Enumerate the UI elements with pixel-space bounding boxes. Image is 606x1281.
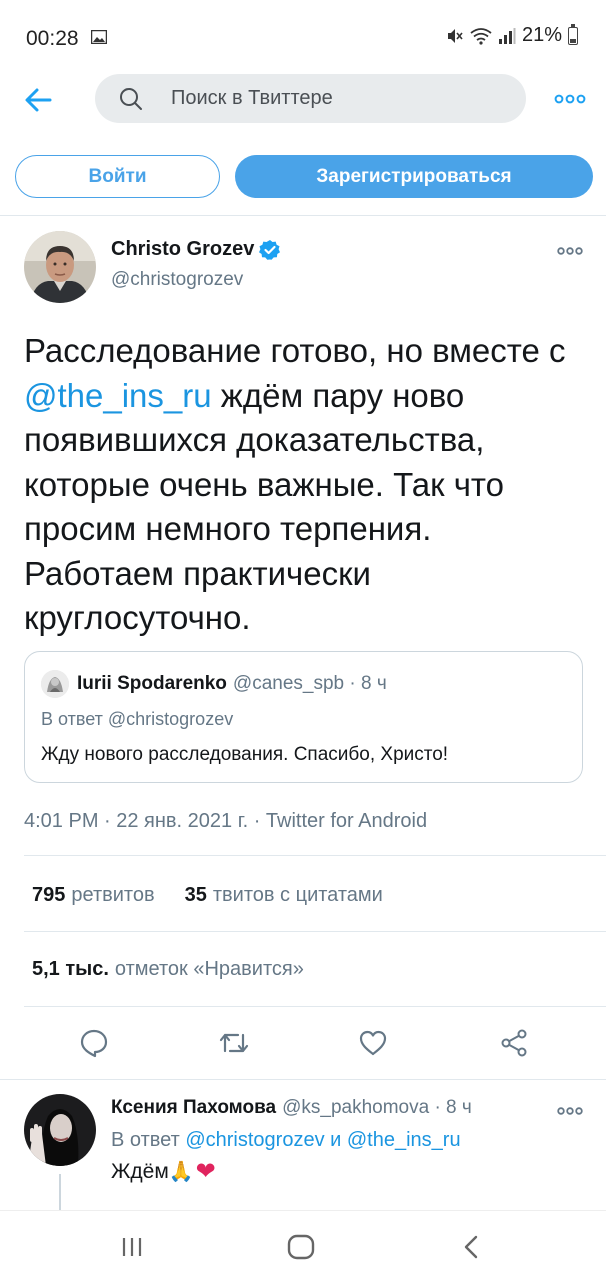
- tweet-more-icon[interactable]: [557, 244, 583, 258]
- status-bar: 00:28 21%: [0, 0, 606, 76]
- search-icon: [120, 88, 142, 110]
- retweets-stat[interactable]: 795 ретвитов: [32, 884, 155, 907]
- divider: [24, 931, 606, 932]
- reply-more-icon[interactable]: [557, 1104, 583, 1118]
- battery-icon: [568, 23, 578, 45]
- status-icons: 21%: [446, 23, 578, 47]
- tweet-mention-link[interactable]: @the_ins_ru: [24, 377, 212, 414]
- like-heart-icon[interactable]: [358, 1029, 388, 1057]
- reply-to-line: В ответ @christogrozev и @the_ins_ru: [111, 1129, 461, 1151]
- search-placeholder: Поиск в Твиттере: [171, 87, 333, 109]
- divider: [0, 215, 606, 216]
- home-icon[interactable]: [287, 1234, 315, 1260]
- likes-stat[interactable]: 5,1 тыс. отметок «Нравится»: [32, 958, 304, 981]
- tweet-text-part1: Расследование готово, но вместе с: [24, 332, 566, 369]
- wifi-icon: [470, 27, 492, 45]
- quoted-author-name: Iurii Spodarenko: [77, 673, 227, 694]
- reply-header: Ксения Пахомова @ks_pakhomova · 8 ч: [111, 1097, 472, 1119]
- more-options-icon[interactable]: [554, 89, 586, 109]
- divider: [24, 1006, 606, 1007]
- tweet-stats-row: 795 ретвитов 35 твитов с цитатами: [32, 884, 383, 907]
- reply-mention-christogrozev[interactable]: @christogrozev: [185, 1129, 324, 1151]
- reply-author-handle[interactable]: @ks_pakhomova · 8 ч: [282, 1097, 472, 1119]
- mute-icon: [447, 28, 463, 43]
- verified-badge-icon: [259, 239, 281, 260]
- author-handle[interactable]: @christogrozev: [111, 269, 243, 291]
- nav-back-icon[interactable]: [463, 1235, 479, 1259]
- quoted-author-handle: @canes_spb · 8 ч: [232, 673, 387, 694]
- reply-author-avatar[interactable]: [24, 1094, 96, 1166]
- reply-author-name[interactable]: Ксения Пахомова: [111, 1097, 276, 1119]
- login-button[interactable]: Войти: [15, 155, 220, 198]
- author-avatar[interactable]: [24, 231, 96, 303]
- status-time: 00:28: [26, 27, 79, 50]
- back-arrow-icon[interactable]: [22, 84, 54, 116]
- quotes-stat[interactable]: 35 твитов с цитатами: [185, 884, 383, 907]
- tweet-text: Расследование готово, но вместе с @the_i…: [24, 329, 584, 641]
- author-name[interactable]: Christo Grozev: [111, 238, 254, 261]
- share-icon[interactable]: [499, 1028, 529, 1058]
- quoted-header: Iurii Spodarenko @canes_spb · 8 ч: [77, 673, 387, 695]
- android-nav-bar: [0, 1210, 606, 1281]
- reply-text-word: Ждём: [111, 1159, 169, 1183]
- tweet-timestamp: 4:01 PM · 22 янв. 2021 г. · Twitter for …: [24, 810, 428, 832]
- retweet-icon[interactable]: [218, 1029, 250, 1057]
- red-heart-emoji: ❤: [195, 1158, 216, 1185]
- tweet-text-part2: ждём пару ново появившихся доказательств…: [24, 376, 505, 637]
- gallery-notification-icon: [91, 30, 107, 44]
- author-name-row[interactable]: Christo Grozev: [111, 238, 281, 261]
- signup-button[interactable]: Зарегистрироваться: [235, 155, 593, 198]
- search-bar[interactable]: Поиск в Твиттере: [95, 74, 526, 123]
- reply-text: Ждём 🙏 ❤: [111, 1157, 216, 1186]
- signal-icon: [498, 27, 516, 44]
- reply-mention-the-ins-ru[interactable]: @the_ins_ru: [347, 1129, 461, 1151]
- praying-hands-emoji: 🙏: [168, 1161, 194, 1183]
- divider: [24, 855, 606, 856]
- quoted-tweet-card[interactable]: Iurii Spodarenko @canes_spb · 8 ч В отве…: [24, 651, 583, 783]
- thread-line: [59, 1174, 61, 1214]
- reply-icon[interactable]: [79, 1028, 109, 1058]
- battery-percent: 21%: [521, 24, 562, 46]
- quoted-reply-to: В ответ @christogrozev: [41, 709, 234, 729]
- quoted-avatar: [41, 670, 69, 698]
- quoted-text: Жду нового расследования. Спасибо, Христ…: [41, 744, 449, 765]
- divider: [0, 1079, 606, 1080]
- recent-apps-icon[interactable]: [121, 1237, 143, 1257]
